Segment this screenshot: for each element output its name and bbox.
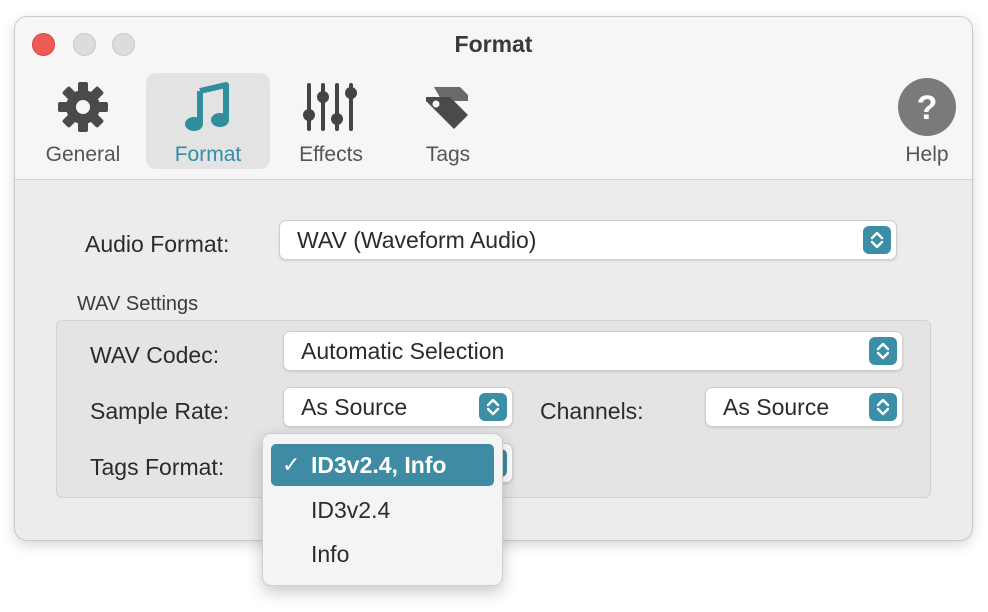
tab-label: Tags xyxy=(425,143,471,166)
tags-format-menu: ✓ ID3v2.4, Info ID3v2.4 Info xyxy=(262,433,503,586)
checkmark-icon: ✓ xyxy=(282,452,301,477)
tab-effects[interactable]: Effects xyxy=(285,73,377,169)
svg-text:?: ? xyxy=(917,89,938,127)
audio-format-value: WAV (Waveform Audio) xyxy=(297,227,537,253)
menu-item-label: Info xyxy=(311,541,350,567)
sample-rate-value: As Source xyxy=(301,394,408,420)
tab-format[interactable]: Format xyxy=(146,73,270,169)
sliders-icon xyxy=(301,77,361,137)
toolbar: Format General Format Effects Tags ? Hel… xyxy=(15,17,972,180)
channels-select[interactable]: As Source xyxy=(705,387,903,427)
question-mark-icon: ? xyxy=(897,77,957,137)
channels-label: Channels: xyxy=(540,398,644,424)
tab-label: Format xyxy=(174,143,242,166)
tag-icon xyxy=(418,77,478,137)
tab-label: General xyxy=(45,143,121,166)
music-note-icon xyxy=(178,77,238,137)
wav-codec-value: Automatic Selection xyxy=(301,338,505,364)
sample-rate-select[interactable]: As Source xyxy=(283,387,513,427)
menu-item-label: ID3v2.4 xyxy=(311,497,391,523)
menu-item-info[interactable]: Info xyxy=(271,533,494,575)
chevron-up-down-icon xyxy=(869,393,897,421)
tab-general[interactable]: General xyxy=(35,73,131,169)
tab-tags[interactable]: Tags xyxy=(410,73,486,169)
chevron-up-down-icon xyxy=(863,226,891,254)
wav-codec-select[interactable]: Automatic Selection xyxy=(283,331,903,371)
menu-item-id3v24[interactable]: ID3v2.4 xyxy=(271,489,494,531)
help-button[interactable]: ? Help xyxy=(895,73,959,169)
gear-icon xyxy=(53,77,113,137)
audio-format-label: Audio Format: xyxy=(85,231,230,257)
sample-rate-label: Sample Rate: xyxy=(90,398,230,424)
menu-item-label: ID3v2.4, Info xyxy=(311,452,447,478)
help-label: Help xyxy=(905,143,949,166)
menu-item-id3v24-info[interactable]: ✓ ID3v2.4, Info xyxy=(271,444,494,486)
window-title: Format xyxy=(454,31,533,57)
chevron-up-down-icon xyxy=(479,393,507,421)
wav-settings-title: WAV Settings xyxy=(77,293,199,315)
audio-format-select[interactable]: WAV (Waveform Audio) xyxy=(279,220,897,260)
channels-value: As Source xyxy=(723,394,830,420)
tab-label: Effects xyxy=(299,143,363,166)
wav-codec-label: WAV Codec: xyxy=(90,342,220,368)
tags-format-label: Tags Format: xyxy=(90,454,225,480)
chevron-up-down-icon xyxy=(869,337,897,365)
